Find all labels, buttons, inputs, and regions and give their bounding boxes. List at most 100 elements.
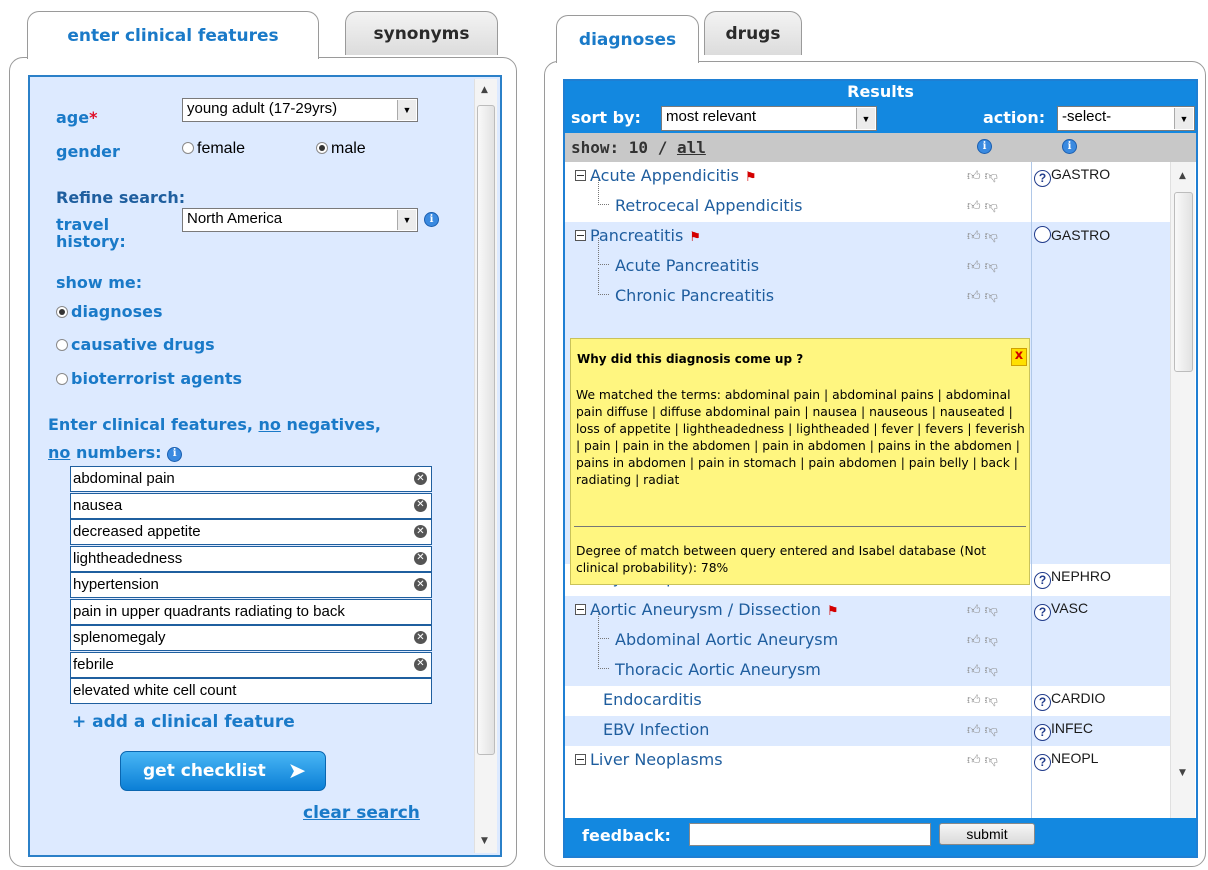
thumbs-down-icon[interactable]: 👎︎ [985,633,1002,648]
remove-icon[interactable]: ✕ [414,551,427,565]
age-select[interactable]: young adult (17-29yrs) ▼ [182,98,418,122]
scrollbar-thumb[interactable] [477,105,495,755]
feature-input[interactable]: nausea ✕ [70,492,432,519]
info-icon[interactable]: i [424,212,439,227]
thumbs-up-icon[interactable]: 👍︎ [967,693,985,708]
feedback-icons[interactable]: 👍︎👎︎ [967,169,1002,184]
help-icon[interactable]: ? [1034,169,1051,187]
feature-input[interactable]: pain in upper quadrants radiating to bac… [70,598,432,625]
gender-male-option[interactable]: male [316,140,366,158]
thumbs-down-icon[interactable]: 👎︎ [985,663,1002,678]
info-icon[interactable]: i [167,446,183,462]
feature-input[interactable]: hypertension ✕ [70,572,432,598]
feedback-icons[interactable]: 👍︎👎︎ [967,693,1002,708]
diagnosis-item[interactable]: Thoracic Aortic Aneurysm [615,660,821,679]
help-icon[interactable]: ? [1034,693,1051,711]
show-option-causative-drugs[interactable]: causative drugs [56,335,215,354]
feedback-input[interactable] [689,823,931,846]
tab-drugs[interactable]: drugs [704,11,802,55]
radio-causative-drugs[interactable] [56,339,68,351]
feature-input[interactable]: febrile ✕ [70,651,432,678]
feature-input[interactable]: lightheadedness ✕ [70,545,432,572]
diagnosis-item[interactable]: EBV Infection [603,720,709,739]
thumbs-up-icon[interactable]: 👍︎ [967,633,985,648]
feedback-icons[interactable]: 👍︎👎︎ [967,753,1002,768]
get-checklist-button[interactable]: get checklist ➤ [120,751,326,791]
thumbs-up-icon[interactable]: 👍︎ [967,199,985,214]
thumbs-down-icon[interactable]: 👎︎ [985,603,1002,618]
scrollbar-thumb[interactable] [1174,192,1193,372]
feedback-icons[interactable]: 👍︎👎︎ [967,199,1002,214]
diagnosis-item[interactable]: Abdominal Aortic Aneurysm [615,630,838,649]
feature-input[interactable]: splenomegaly ✕ [70,625,432,651]
action-select[interactable]: -select- ▼ [1057,106,1195,131]
diagnosis-item[interactable]: Chronic Pancreatitis [615,286,774,305]
radio-male[interactable] [316,142,328,154]
scroll-down-icon[interactable]: ▼ [1179,768,1186,778]
sort-select[interactable]: most relevant ▼ [661,106,877,131]
collapse-icon[interactable] [575,170,586,181]
collapse-icon[interactable] [575,754,586,765]
gender-female-option[interactable]: female [182,140,245,158]
scroll-up-icon[interactable]: ▲ [481,85,488,95]
feedback-icons[interactable]: 👍︎👎︎ [967,603,1002,618]
thumbs-up-icon[interactable]: 👍︎ [967,663,985,678]
add-feature-link[interactable]: + add a clinical feature [72,712,295,732]
remove-icon[interactable]: ✕ [414,631,427,644]
feature-input[interactable]: decreased appetite ✕ [70,519,432,545]
feedback-icons[interactable]: 👍︎👎︎ [967,723,1002,738]
thumbs-up-icon[interactable]: 👍︎ [967,753,985,768]
left-scrollbar[interactable]: ▲ ▼ [474,79,497,853]
thumbs-down-icon[interactable]: 👎︎ [985,693,1002,708]
scroll-down-icon[interactable]: ▼ [481,836,488,846]
thumbs-down-icon[interactable]: 👎︎ [985,169,1002,184]
show-option-diagnoses[interactable]: diagnoses [56,302,162,321]
feature-input[interactable]: abdominal pain ✕ [70,466,432,492]
info-icon[interactable]: i [977,139,992,154]
thumbs-up-icon[interactable]: 👍︎ [967,723,985,738]
submit-button[interactable]: submit [939,823,1035,845]
feedback-icons[interactable]: 👍︎👎︎ [967,633,1002,648]
diagnosis-item[interactable]: Liver Neoplasms [575,750,723,769]
collapse-icon[interactable] [575,230,586,241]
thumbs-down-icon[interactable]: 👎︎ [985,723,1002,738]
help-icon[interactable]: ? [1034,753,1051,771]
tab-synonyms[interactable]: synonyms [345,11,498,55]
remove-icon[interactable]: ✕ [414,578,427,591]
clear-search-link[interactable]: clear search [303,803,420,823]
travel-history-select[interactable]: North America ▼ [182,208,418,232]
show-option-bioterrorist-agents[interactable]: bioterrorist agents [56,369,242,388]
info-icon[interactable]: i [1062,139,1077,154]
thumbs-up-icon[interactable]: 👍︎ [967,603,985,618]
results-scrollbar[interactable]: ▲ ▼ [1170,162,1195,818]
thumbs-down-icon[interactable]: 👎︎ [985,259,1002,274]
help-icon[interactable]: ? [1034,603,1051,621]
feature-input[interactable]: elevated white cell count [70,678,432,704]
diagnosis-item[interactable]: Aortic Aneurysm / Dissection ⚑ [575,600,839,619]
thumbs-down-icon[interactable]: 👎︎ [985,289,1002,304]
thumbs-up-icon[interactable]: 👍︎ [967,259,985,274]
collapse-icon[interactable] [575,604,586,615]
remove-icon[interactable]: ✕ [414,498,427,512]
diagnosis-item[interactable]: Acute Pancreatitis [615,256,759,275]
thumbs-up-icon[interactable]: 👍︎ [967,229,985,244]
close-icon[interactable]: x [1011,348,1027,366]
radio-diagnoses[interactable] [56,306,68,318]
scroll-up-icon[interactable]: ▲ [1179,171,1186,181]
radio-female[interactable] [182,142,194,154]
help-icon[interactable]: ? [1034,571,1051,589]
remove-icon[interactable]: ✕ [414,525,427,538]
feedback-icons[interactable]: 👍︎👎︎ [967,229,1002,244]
thumbs-up-icon[interactable]: 👍︎ [967,169,985,184]
feedback-icons[interactable]: 👍︎👎︎ [967,289,1002,304]
tab-diagnoses[interactable]: diagnoses [556,15,699,63]
feedback-icons[interactable]: 👍︎👎︎ [967,663,1002,678]
help-icon[interactable]: ? [1034,723,1051,741]
diagnosis-item[interactable]: Endocarditis [603,690,702,709]
show-all-link[interactable]: all [677,138,706,157]
help-icon[interactable] [1034,226,1051,243]
remove-icon[interactable]: ✕ [414,657,427,671]
thumbs-down-icon[interactable]: 👎︎ [985,229,1002,244]
remove-icon[interactable]: ✕ [414,472,427,485]
thumbs-down-icon[interactable]: 👎︎ [985,753,1002,768]
